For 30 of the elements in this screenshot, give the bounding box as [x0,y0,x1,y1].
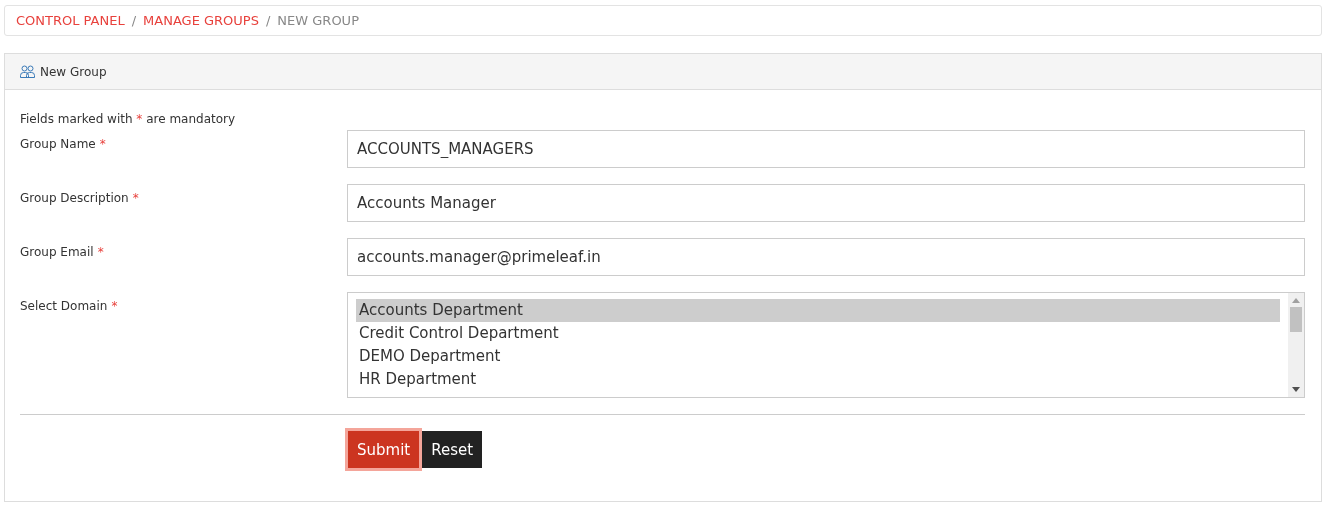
required-asterisk: * [111,299,118,313]
field-label: Group Name [20,137,96,151]
scroll-down-icon[interactable] [1292,387,1300,392]
panel-title: New Group [40,64,107,79]
breadcrumb-link[interactable]: CONTROL PANEL [16,13,125,28]
users-icon [20,65,35,78]
required-asterisk: * [132,191,139,205]
text-field[interactable]: accounts.manager@primeleaf.in [347,238,1305,276]
list-box[interactable]: Accounts Department Credit Control Department DEMO Department HR Department [347,292,1305,398]
reset-button[interactable]: Reset [422,431,483,468]
breadcrumb-current: NEW GROUP [277,13,359,28]
text-field[interactable]: Accounts Manager [347,184,1305,222]
scroll-up-icon[interactable] [1292,298,1300,303]
list-option[interactable]: HR Department [356,368,1280,391]
breadcrumb-separator: / [131,13,137,28]
scroll-thumb[interactable] [1290,307,1302,332]
field-label: Group Email [20,245,94,259]
list-option[interactable]: Accounts Department [356,299,1280,322]
required-asterisk: * [97,245,104,259]
field-label: Group Description [20,191,129,205]
mandatory-note: Fields marked with * are mandatory [20,112,237,126]
required-asterisk: * [99,137,106,151]
breadcrumb-link[interactable]: MANAGE GROUPS [143,13,259,28]
scrollbar[interactable] [1288,293,1304,397]
text-field[interactable]: ACCOUNTS_MANAGERS [347,130,1305,168]
list-option[interactable]: DEMO Department [356,345,1280,368]
field-label: Select Domain [20,299,108,313]
submit-button[interactable]: Submit [348,431,420,468]
list-option[interactable]: Credit Control Department [356,322,1280,345]
breadcrumb-separator: / [265,13,271,28]
